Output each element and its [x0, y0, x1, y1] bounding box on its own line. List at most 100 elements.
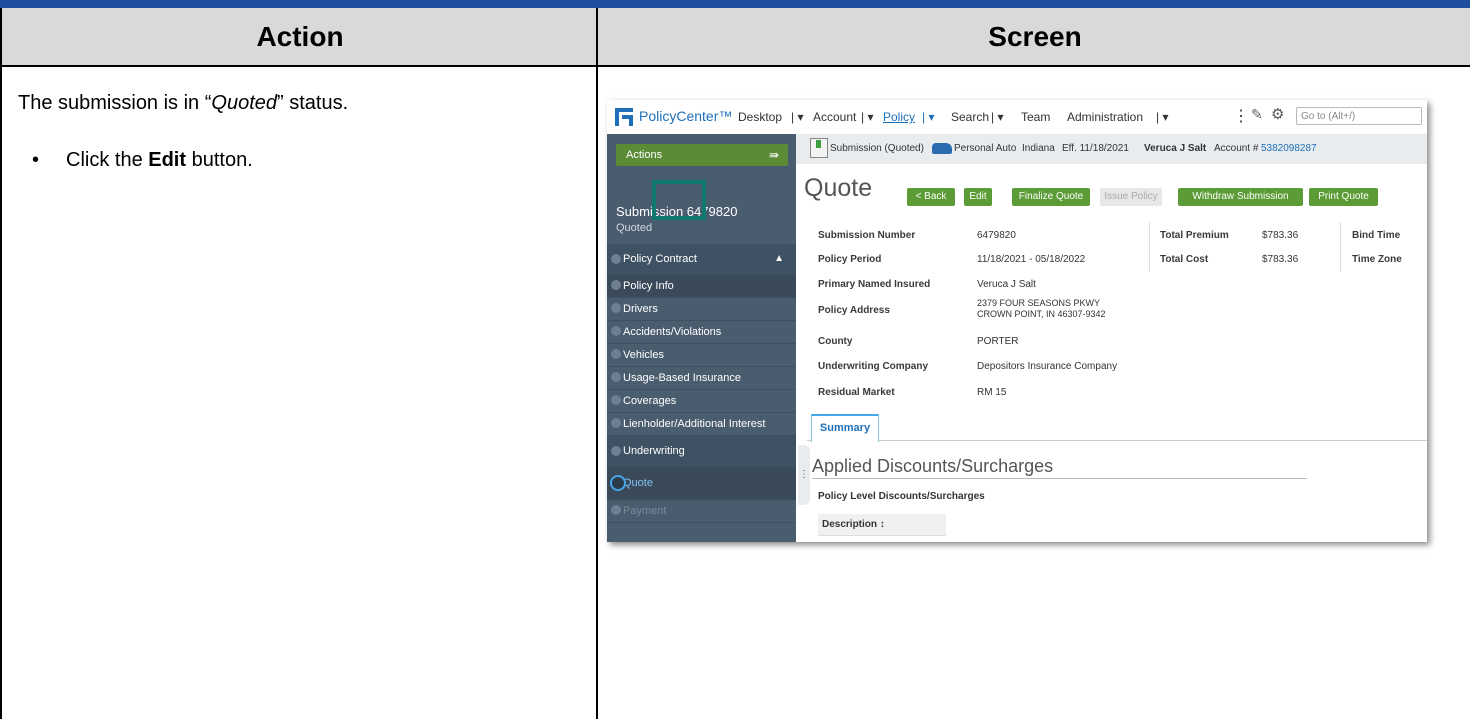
chevron-down-icon[interactable]: | ▾ [991, 110, 1003, 124]
chevron-down-icon[interactable]: | ▾ [922, 110, 934, 124]
nav-administration[interactable]: Administration [1067, 110, 1143, 124]
nav-desktop[interactable]: Desktop [738, 110, 782, 124]
value-county: PORTER [977, 336, 1019, 347]
ctx-effective-date: Eff. 11/18/2021 [1062, 143, 1129, 154]
step-accidents[interactable]: Accidents/Violations [607, 321, 796, 344]
label-total-cost: Total Cost [1160, 254, 1209, 265]
step-label: Coverages [623, 395, 677, 407]
step-label: Accidents/Violations [623, 326, 722, 338]
chevron-down-icon[interactable]: | ▾ [791, 110, 803, 124]
status-sentence: The submission is in “Quoted” status. [18, 92, 348, 115]
download-icon [810, 138, 828, 158]
value-total-cost: $783.36 [1262, 254, 1299, 265]
status-prefix: The submission is in “ [18, 92, 212, 114]
step-policy-contract[interactable]: Policy Contract ▲ [607, 244, 796, 275]
wizard-steps: Policy Contract ▲ Policy Info Drivers Acc… [607, 244, 796, 523]
step-dot-icon [611, 446, 621, 456]
car-icon [932, 143, 952, 154]
header-action: Action [0, 8, 598, 67]
edit-button[interactable]: Edit [964, 188, 992, 206]
nav-account[interactable]: Account [813, 110, 856, 124]
edit-note-icon[interactable]: ✎ [1251, 106, 1263, 123]
value-policy-period: 11/18/2021 - 05/18/2022 [977, 254, 1086, 265]
step-policy-info[interactable]: Policy Info [607, 275, 796, 298]
actions-label: Actions [626, 149, 663, 161]
step-dot-icon [611, 418, 621, 428]
step-vehicles[interactable]: Vehicles [607, 344, 796, 367]
top-accent-bar [0, 0, 1470, 8]
step-dot-icon [611, 303, 621, 313]
column-divider [1149, 222, 1150, 272]
brand-name[interactable]: PolicyCenter™ [639, 108, 732, 124]
ctx-submission: Submission (Quoted) [830, 143, 924, 154]
current-step-icon [610, 475, 626, 491]
step-label: Payment [623, 505, 667, 517]
value-underwriting-company: Depositors Insurance Company [977, 361, 1118, 372]
ctx-account-link[interactable]: 5382098287 [1261, 143, 1317, 154]
step-quote[interactable]: Quote [607, 467, 796, 500]
chevron-down-icon[interactable]: | ▾ [861, 110, 873, 124]
go-to-search-input[interactable]: Go to (Alt+/) [1296, 107, 1422, 125]
label-county: County [818, 336, 853, 347]
tab-summary[interactable]: Summary [811, 414, 879, 442]
status-quoted: Quoted [211, 92, 278, 114]
back-button[interactable]: < Back [907, 188, 955, 206]
step-payment[interactable]: Payment [607, 500, 796, 523]
nav-policy[interactable]: Policy [883, 110, 915, 124]
value-residual-market: RM 15 [977, 387, 1007, 398]
drag-handle-icon[interactable]: ⋮ [798, 445, 810, 505]
label-policy-period: Policy Period [818, 254, 882, 265]
value-primary-named-insured: Veruca J Salt [977, 279, 1036, 290]
ctx-product: Personal Auto [954, 143, 1017, 154]
tab-underline [807, 440, 1427, 441]
policy-level-label: Policy Level Discounts/Surcharges [818, 491, 985, 502]
step-label: Quote [623, 477, 653, 489]
gear-icon[interactable]: ⚙ [1271, 105, 1284, 123]
description-column-header[interactable]: Description ↕ [818, 514, 946, 536]
page-title: Quote [804, 174, 873, 202]
step-label: Lienholder/Additional Interest [623, 418, 766, 430]
column-divider [1340, 222, 1341, 272]
actions-button[interactable]: Actions ⇛ [616, 144, 788, 166]
step-coverages[interactable]: Coverages [607, 390, 796, 413]
bullet-icon: • [32, 149, 40, 171]
ctx-insured: Veruca J Salt [1144, 143, 1207, 154]
chevron-down-icon[interactable]: | ▾ [1156, 110, 1168, 124]
status-suffix: ” status. [277, 92, 349, 114]
step-dot-icon [611, 349, 621, 359]
header-screen: Screen [596, 8, 1470, 67]
step-dot-icon [611, 254, 621, 264]
value-policy-address-1: 2379 FOUR SEASONS PKWY [977, 298, 1101, 308]
nav-search[interactable]: Search [951, 110, 989, 124]
click-suffix: button. [186, 149, 253, 171]
step-drivers[interactable]: Drivers [607, 298, 796, 321]
step-lienholder[interactable]: Lienholder/Additional Interest [607, 413, 796, 436]
step-ubi[interactable]: Usage-Based Insurance [607, 367, 796, 390]
withdraw-submission-button[interactable]: Withdraw Submission [1178, 188, 1303, 206]
click-instruction: Click the Edit button. [66, 149, 253, 172]
policycenter-screenshot: PolicyCenter™ Desktop | ▾ Account | ▾ Po… [607, 100, 1427, 542]
action-cell: The submission is in “Quoted” status. • … [0, 67, 596, 719]
step-dot-icon [611, 280, 621, 290]
label-underwriting-company: Underwriting Company [818, 361, 929, 372]
print-quote-button[interactable]: Print Quote [1309, 188, 1378, 206]
nav-team[interactable]: Team [1021, 110, 1050, 124]
submission-status: Quoted [616, 222, 653, 234]
value-total-premium: $783.36 [1262, 230, 1299, 241]
step-underwriting[interactable]: Underwriting [607, 436, 796, 467]
step-dot-icon [611, 326, 621, 336]
step-label: Underwriting [623, 445, 685, 457]
step-dot-icon [611, 372, 621, 382]
applied-discounts-title: Applied Discounts/Surcharges [812, 456, 1054, 476]
step-label: Drivers [623, 303, 658, 315]
chevron-up-icon: ▲ [774, 253, 784, 264]
more-vert-icon[interactable]: ⋮ [1233, 106, 1249, 126]
value-submission-number: 6479820 [977, 230, 1016, 241]
issue-policy-button: Issue Policy [1100, 188, 1162, 206]
policycenter-logo-icon [615, 108, 633, 126]
step-dot-icon [611, 505, 621, 515]
label-total-premium: Total Premium [1160, 230, 1229, 241]
label-bind-time: Bind Time [1352, 230, 1401, 241]
finalize-quote-button[interactable]: Finalize Quote [1012, 188, 1090, 206]
label-residual-market: Residual Market [818, 387, 895, 398]
